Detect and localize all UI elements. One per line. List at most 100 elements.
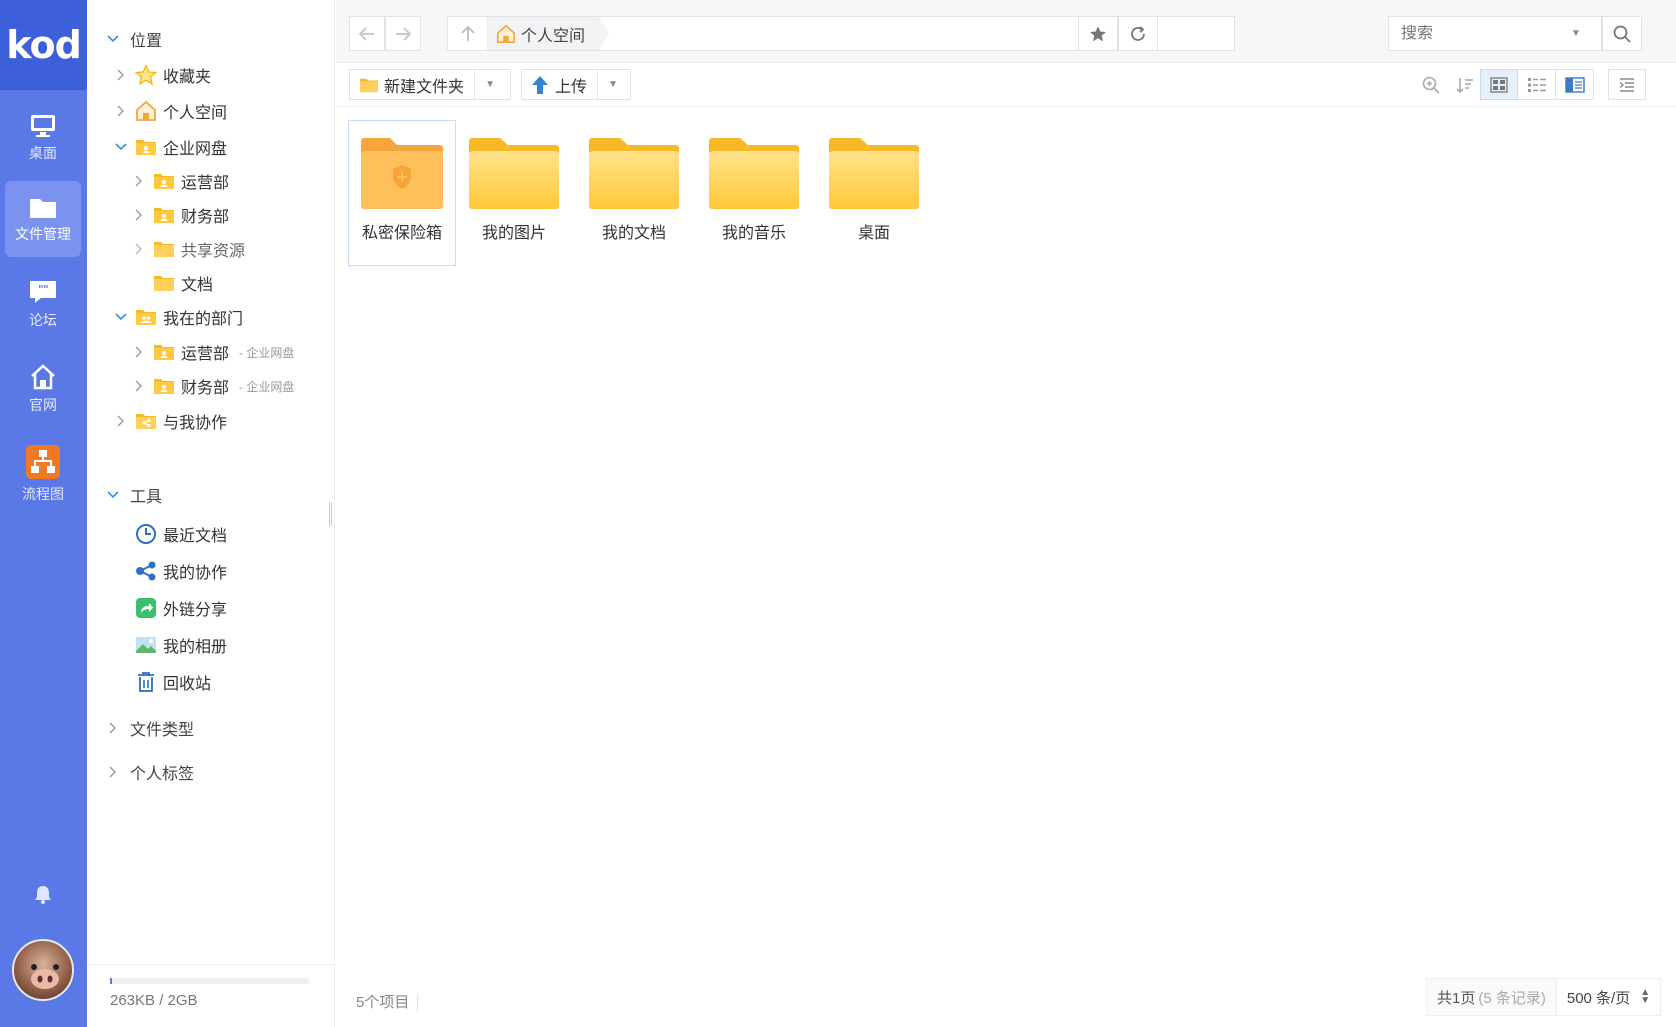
tool-item-link-share[interactable]: 外链分享 (127, 592, 227, 624)
tree-item-label: 运营部 (181, 175, 230, 192)
monitor-icon (31, 114, 55, 137)
home-icon (135, 100, 157, 122)
chevron-right-icon (107, 722, 119, 734)
trash-icon (135, 671, 157, 693)
view-icon-mode-button[interactable] (1480, 69, 1518, 100)
folder-icon (153, 272, 175, 294)
tree-item-collab-with-me[interactable]: 与我协作 (115, 405, 227, 437)
file-name: 我的音乐 (721, 225, 786, 242)
page-total: 共1页 (1437, 989, 1476, 1007)
svg-text:": " (43, 283, 49, 296)
upload-button[interactable]: 上传 ▼ (521, 69, 631, 100)
tree-item-enterprise-finance[interactable]: 财务部 (133, 199, 229, 231)
bell-icon[interactable] (34, 884, 52, 904)
tree-item-dept-ops[interactable]: 运营部 - 企业网盘 (133, 336, 294, 368)
rail-item-flowchart[interactable]: 流程图 (5, 436, 81, 512)
view-list-mode-button[interactable] (1518, 69, 1556, 100)
chat-icon: " " (30, 280, 56, 303)
caret-down-icon[interactable]: ▼ (1571, 28, 1581, 39)
tree-item-shared-resources[interactable]: 共享资源 (133, 233, 245, 265)
caret-down-icon[interactable]: ▼ (598, 79, 628, 90)
tree-section-file-types[interactable]: 文件类型 (107, 712, 194, 744)
forward-button[interactable] (385, 16, 421, 51)
tool-item-recycle-bin[interactable]: 回收站 (127, 666, 211, 698)
tree-section-personal-tags[interactable]: 个人标签 (107, 756, 194, 788)
tool-item-recent[interactable]: 最近文档 (127, 518, 227, 550)
toolbar: 新建文件夹 ▼ 上传 ▼ (336, 63, 1676, 107)
parent-folder-button[interactable] (448, 17, 488, 50)
tree-item-label: 与我协作 (163, 415, 228, 432)
tool-item-album[interactable]: 我的相册 (127, 629, 227, 661)
zoom-button[interactable] (1412, 69, 1450, 100)
rail-item-forum[interactable]: " " 论坛 (5, 266, 81, 342)
avatar-image (31, 964, 59, 989)
rail-item-file-manager[interactable]: 文件管理 (5, 181, 81, 257)
shared-folder-icon (135, 410, 157, 432)
breadcrumb-item[interactable]: 个人空间 (488, 17, 610, 50)
page-size-select[interactable]: 500 条/页 ▲ ▼ (1555, 979, 1661, 1015)
sort-button[interactable] (1446, 69, 1484, 100)
back-button[interactable] (349, 16, 385, 51)
file-item[interactable]: 私密保险箱 (348, 120, 456, 266)
tool-item-label: 回收站 (163, 676, 212, 693)
app-logo[interactable]: kod (0, 0, 87, 90)
folder-icon (469, 138, 559, 209)
refresh-icon (1131, 25, 1145, 41)
tree-section-location[interactable]: 位置 (107, 23, 162, 55)
page-size-value: 500 条/页 (1566, 989, 1631, 1007)
tree-item-enterprise-disk[interactable]: 企业网盘 (115, 131, 227, 163)
tree-item-enterprise-ops[interactable]: 运营部 (133, 165, 229, 197)
sort-icon (1456, 77, 1473, 93)
search-box[interactable]: ▼ (1388, 16, 1602, 51)
rail-item-website[interactable]: 官网 (5, 351, 81, 427)
chevron-right-icon (133, 209, 145, 221)
rail-item-label: 桌面 (29, 144, 57, 161)
home-icon (497, 24, 515, 43)
new-folder-button[interactable]: 新建文件夹 ▼ (349, 69, 511, 100)
new-folder-main[interactable]: 新建文件夹 (350, 70, 476, 99)
tree-item-personal-space[interactable]: 个人空间 (115, 95, 227, 127)
flowchart-icon (26, 444, 60, 479)
tree-item-my-department[interactable]: 我在的部门 (115, 301, 243, 333)
folder-icon (30, 198, 56, 218)
group-folder-icon (135, 136, 157, 158)
file-item[interactable]: 我的音乐 (700, 120, 808, 266)
chevron-right-icon (133, 346, 145, 358)
upload-main[interactable]: 上传 (522, 70, 599, 99)
chevron-right-icon (133, 243, 145, 255)
file-item[interactable]: 桌面 (820, 120, 928, 266)
storage-quota-text: 263KB / 2GB (110, 992, 198, 1009)
tree-item-documents[interactable]: 文档 (133, 267, 213, 299)
search-button[interactable] (1602, 16, 1642, 51)
arrow-right-icon (396, 26, 411, 41)
tree-item-favorites[interactable]: 收藏夹 (115, 59, 211, 91)
tree-item-label: 运营部 (181, 346, 230, 363)
tree-section-tools[interactable]: 工具 (107, 479, 162, 511)
toggle-detail-panel-button[interactable] (1608, 69, 1646, 100)
favorite-button[interactable] (1078, 16, 1118, 51)
file-name: 我的图片 (481, 225, 546, 242)
rail-item-desktop[interactable]: 桌面 (5, 100, 81, 176)
sidebar-resize-handle[interactable] (329, 502, 332, 526)
group-folder-icon (153, 375, 175, 397)
tree-item-dept-finance[interactable]: 财务部 - 企业网盘 (133, 370, 294, 402)
file-item[interactable]: 我的文档 (580, 120, 688, 266)
spinner-arrows-icon: ▲ ▼ (1640, 987, 1651, 1006)
file-item[interactable]: 我的图片 (460, 120, 568, 266)
folder-icon (153, 238, 175, 260)
user-avatar[interactable] (12, 939, 74, 1001)
refresh-button[interactable] (1118, 16, 1158, 51)
tool-item-my-collab[interactable]: 我的协作 (127, 555, 227, 587)
new-folder-label: 新建文件夹 (384, 78, 465, 96)
folder-icon (360, 78, 378, 92)
chevron-right-icon (107, 766, 119, 778)
star-icon (135, 64, 157, 86)
tree-item-label: 收藏夹 (163, 69, 212, 86)
folder-icon (829, 138, 919, 209)
folder-tree: 位置 收藏夹 个人空间 企业网盘 运营部 财务部 共享资源 文档 我在的部门 运… (87, 0, 335, 1027)
view-split-mode-button[interactable] (1556, 69, 1594, 100)
chevron-right-icon (133, 380, 145, 392)
caret-down-icon[interactable]: ▼ (475, 79, 505, 90)
search-input[interactable] (1401, 24, 1571, 43)
